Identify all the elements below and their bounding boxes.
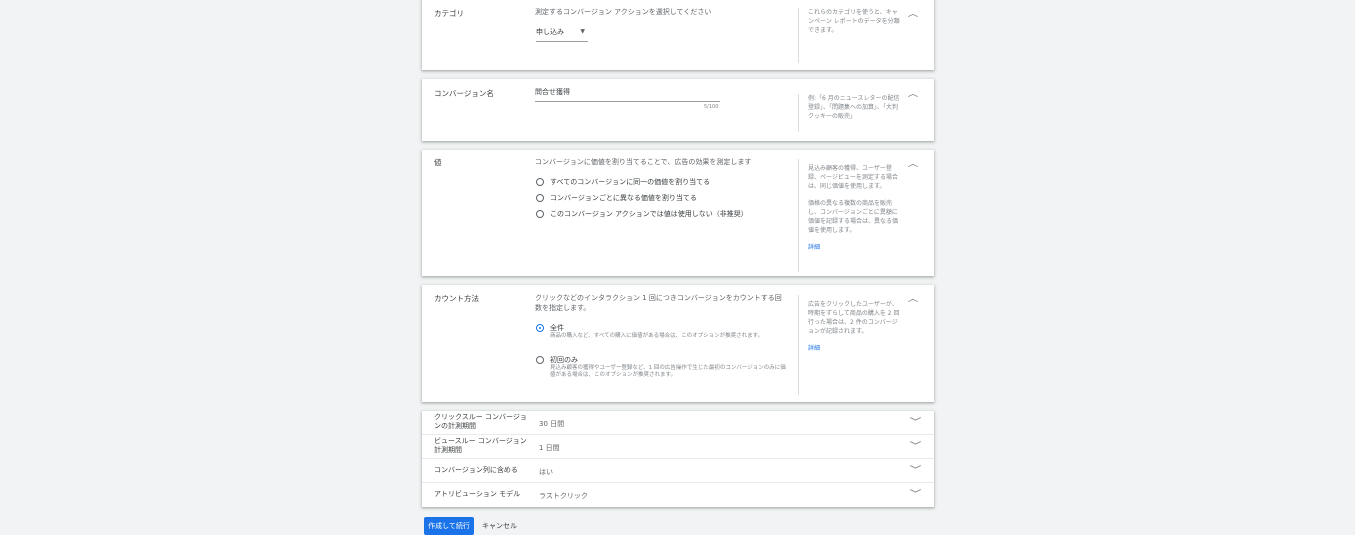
- character-counter: 5/100: [704, 104, 719, 110]
- value-option-label: コンバージョンごとに異なる価値を割り当てる: [550, 194, 697, 202]
- count-description: クリックなどのインタラクション 1 回につきコンバージョンをカウントする回数を指…: [535, 294, 782, 312]
- collapse-chevron-icon[interactable]: ︿: [908, 8, 918, 19]
- radio-button-checked[interactable]: [536, 324, 544, 332]
- radio-button[interactable]: [536, 194, 544, 202]
- count-option-every[interactable]: 全件 商品の購入など、すべての購入に価値がある場合は、このオプションが推奨されま…: [536, 323, 790, 340]
- collapse-chevron-icon[interactable]: ︿: [908, 293, 918, 304]
- radio-button[interactable]: [536, 210, 544, 218]
- count-card: カウント方法 クリックなどのインタラクション 1 回につきコンバージョンをカウン…: [422, 285, 934, 402]
- value-option-label: すべてのコンバージョンに同一の価値を割り当てる: [550, 178, 711, 186]
- collapse-chevron-icon[interactable]: ︿: [908, 88, 918, 99]
- count-option-sub: 商品の購入など、すべての購入に価値がある場合は、このオプションが推奨されます。: [550, 333, 764, 339]
- count-label: カウント方法: [434, 294, 479, 303]
- dropdown-arrow-icon: ▼: [580, 28, 585, 35]
- category-help-text: これらのカテゴリを使うと、キャンペーン レポートのデータを分類できます。: [808, 9, 900, 34]
- cancel-button[interactable]: キャンセル: [478, 517, 521, 535]
- setting-row-click-window[interactable]: クリックスルー コンバージョンの計測期間 30 日間 ﹀: [422, 411, 934, 435]
- setting-label: アトリビューション モデル: [434, 490, 521, 498]
- count-option-label: 全件: [550, 324, 564, 332]
- setting-value: ラストクリック: [539, 492, 588, 500]
- expand-chevron-icon[interactable]: ﹀: [910, 463, 922, 476]
- value-help-text-1: 見込み顧客の獲得、ユーザー登録、ページビューを測定する場合は、同じ価値を使用しま…: [808, 165, 898, 190]
- setting-value: はい: [539, 468, 553, 476]
- category-label: カテゴリ: [434, 9, 464, 18]
- category-select[interactable]: 申し込み ▼: [536, 27, 588, 42]
- setting-label: ビュースルー コンバージョン計測期間: [434, 437, 527, 454]
- collapse-chevron-icon[interactable]: ︿: [908, 158, 918, 169]
- expand-chevron-icon[interactable]: ﹀: [910, 415, 922, 428]
- count-option-label: 初回のみ: [550, 356, 578, 364]
- value-help-link[interactable]: 詳細: [808, 243, 902, 252]
- count-option-one[interactable]: 初回のみ 見込み顧客の獲得やユーザー登録など、1 回の広告操作で生じた最初のコン…: [536, 355, 790, 379]
- count-help-text: 広告をクリックしたユーザーが、時期をずらして商品の購入を 2 回行った場合は、2…: [808, 301, 900, 335]
- expand-chevron-icon[interactable]: ﹀: [910, 487, 922, 500]
- category-selected-value: 申し込み: [536, 28, 564, 36]
- value-option-none[interactable]: このコンバージョン アクションでは値は使用しない（非推奨）: [536, 209, 748, 219]
- value-option-different[interactable]: コンバージョンごとに異なる価値を割り当てる: [536, 193, 697, 203]
- setting-label: コンバージョン列に含める: [434, 466, 518, 474]
- value-help-text-2: 価格の異なる複数の商品を販売し、コンバージョンごとに異額に価値を記録する場合は、…: [808, 200, 899, 234]
- value-label: 値: [434, 158, 442, 167]
- conversion-name-help-text: 例:「6 月のニュースレターの配信登録」、「問題集への加算」、「大判クッキーの販…: [808, 95, 900, 120]
- setting-label: クリックスルー コンバージョンの計測期間: [434, 413, 527, 430]
- count-option-sub: 見込み顧客の獲得やユーザー登録など、1 回の広告操作で生じた最初のコンバージョン…: [550, 365, 786, 378]
- conversion-name-card: コンバージョン名 問合せ獲得 5/100 例:「6 月のニュースレターの配信登録…: [422, 79, 934, 141]
- setting-value: 30 日間: [539, 420, 565, 428]
- create-and-continue-button[interactable]: 作成して続行: [424, 517, 474, 535]
- value-card: 値 コンバージョンに価値を割り当てることで、広告の効果を測定します すべてのコン…: [422, 150, 934, 276]
- count-help: 広告をクリックしたユーザーが、時期をずらして商品の購入を 2 回行った場合は、2…: [798, 295, 902, 395]
- category-help: これらのカテゴリを使うと、キャンペーン レポートのデータを分類できます。: [798, 8, 902, 63]
- expand-chevron-icon[interactable]: ﹀: [910, 439, 922, 452]
- conversion-name-label: コンバージョン名: [434, 89, 494, 98]
- value-option-label: このコンバージョン アクションでは値は使用しない（非推奨）: [550, 210, 748, 218]
- radio-button[interactable]: [536, 356, 544, 364]
- setting-row-include[interactable]: コンバージョン列に含める はい ﹀: [422, 459, 934, 483]
- radio-button[interactable]: [536, 178, 544, 186]
- value-description: コンバージョンに価値を割り当てることで、広告の効果を測定します: [535, 158, 752, 166]
- conversion-name-input[interactable]: 問合せ獲得: [535, 87, 720, 102]
- count-help-link[interactable]: 詳細: [808, 344, 902, 353]
- value-option-same[interactable]: すべてのコンバージョンに同一の価値を割り当てる: [536, 177, 710, 187]
- category-description: 測定するコンバージョン アクションを選択してください: [535, 8, 712, 16]
- conversion-name-help: 例:「6 月のニュースレターの配信登録」、「問題集への加算」、「大判クッキーの販…: [798, 94, 902, 132]
- category-card: カテゴリ 測定するコンバージョン アクションを選択してください 申し込み ▼ こ…: [422, 0, 934, 70]
- settings-card: クリックスルー コンバージョンの計測期間 30 日間 ﹀ ビュースルー コンバー…: [422, 411, 934, 507]
- setting-row-view-window[interactable]: ビュースルー コンバージョン計測期間 1 日間 ﹀: [422, 435, 934, 459]
- setting-value: 1 日間: [539, 444, 560, 452]
- value-help: 見込み顧客の獲得、ユーザー登録、ページビューを測定する場合は、同じ価値を使用しま…: [798, 159, 902, 272]
- setting-row-attribution[interactable]: アトリビューション モデル ラストクリック ﹀: [422, 483, 934, 506]
- conversion-name-value: 問合せ獲得: [535, 88, 570, 96]
